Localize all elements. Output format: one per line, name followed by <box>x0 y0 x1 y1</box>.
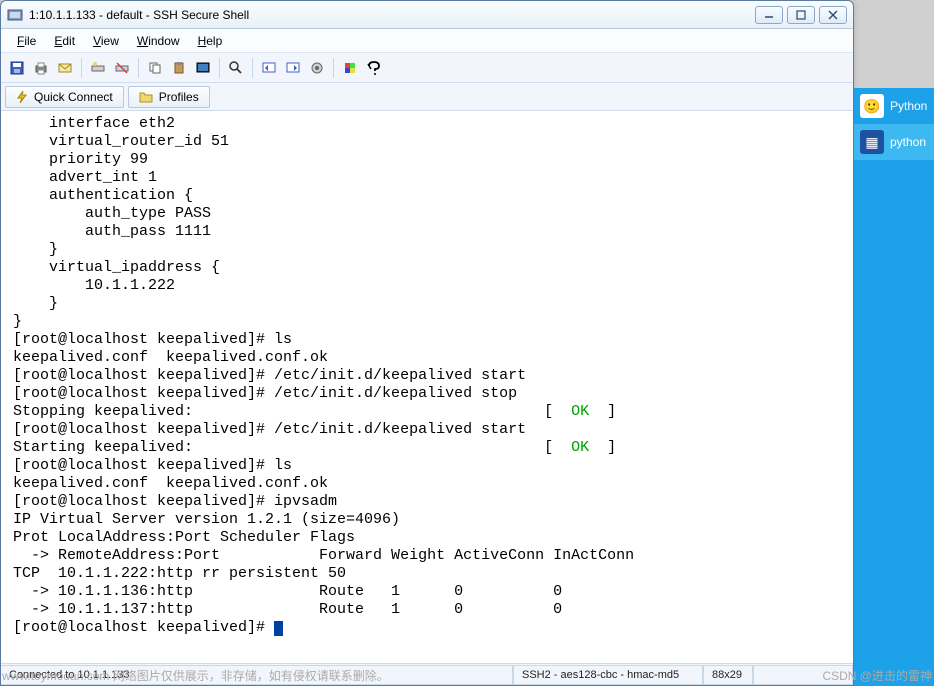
profiles-label: Profiles <box>159 90 199 104</box>
quick-connect-button[interactable]: Quick Connect <box>5 86 124 108</box>
menu-file[interactable]: File <box>9 32 44 50</box>
side-item-2[interactable]: ▦ python <box>854 124 934 160</box>
separator <box>138 58 139 78</box>
maximize-button[interactable] <box>787 6 815 24</box>
find-icon[interactable] <box>226 58 246 78</box>
new-terminal-icon[interactable] <box>193 58 213 78</box>
mail-icon[interactable] <box>55 58 75 78</box>
ssh-window: 1:10.1.1.133 - default - SSH Secure Shel… <box>0 0 854 686</box>
minimize-button[interactable] <box>755 6 783 24</box>
status-blank <box>753 665 853 685</box>
separator <box>333 58 334 78</box>
titlebar[interactable]: 1:10.1.1.133 - default - SSH Secure Shel… <box>1 1 853 29</box>
menu-view[interactable]: View <box>85 32 127 50</box>
menu-edit[interactable]: Edit <box>46 32 83 50</box>
avatar-icon: 🙂 <box>860 94 884 118</box>
folder-icon <box>139 91 153 103</box>
paste-icon[interactable] <box>169 58 189 78</box>
separator <box>81 58 82 78</box>
statusbar: Connected to 10.1.1.133 SSH2 - aes128-cb… <box>1 663 853 685</box>
help-icon[interactable] <box>364 58 384 78</box>
quickbar: Quick Connect Profiles <box>1 83 853 111</box>
menu-help[interactable]: Help <box>190 32 231 50</box>
window-title: 1:10.1.1.133 - default - SSH Secure Shel… <box>29 8 755 22</box>
transfer-icon[interactable] <box>259 58 279 78</box>
side-item-1[interactable]: 🙂 Python <box>854 88 934 124</box>
save-icon[interactable] <box>7 58 27 78</box>
lightning-icon <box>16 90 28 104</box>
copy-icon[interactable] <box>145 58 165 78</box>
side-item-2-label: python <box>890 135 926 149</box>
settings-icon[interactable] <box>307 58 327 78</box>
window-controls <box>755 6 847 24</box>
status-size: 88x29 <box>703 665 753 685</box>
print-icon[interactable] <box>31 58 51 78</box>
close-button[interactable] <box>819 6 847 24</box>
upload-icon[interactable] <box>283 58 303 78</box>
status-protocol: SSH2 - aes128-cbc - hmac-md5 <box>513 665 703 685</box>
disconnect-icon[interactable] <box>112 58 132 78</box>
colors-icon[interactable] <box>340 58 360 78</box>
app-icon <box>7 7 23 23</box>
terminal[interactable]: interface eth2 virtual_router_id 51 prio… <box>1 111 853 663</box>
menubar: File Edit View Window Help <box>1 29 853 53</box>
toolbar <box>1 53 853 83</box>
profiles-button[interactable]: Profiles <box>128 86 210 108</box>
thumbnail-icon: ▦ <box>860 130 884 154</box>
side-item-1-label: Python <box>890 99 927 113</box>
status-connection: Connected to 10.1.1.133 <box>1 665 513 685</box>
side-panel: 🙂 Python ▦ python <box>854 88 934 686</box>
connect-icon[interactable] <box>88 58 108 78</box>
quick-connect-label: Quick Connect <box>34 90 113 104</box>
menu-window[interactable]: Window <box>129 32 188 50</box>
separator <box>252 58 253 78</box>
separator <box>219 58 220 78</box>
